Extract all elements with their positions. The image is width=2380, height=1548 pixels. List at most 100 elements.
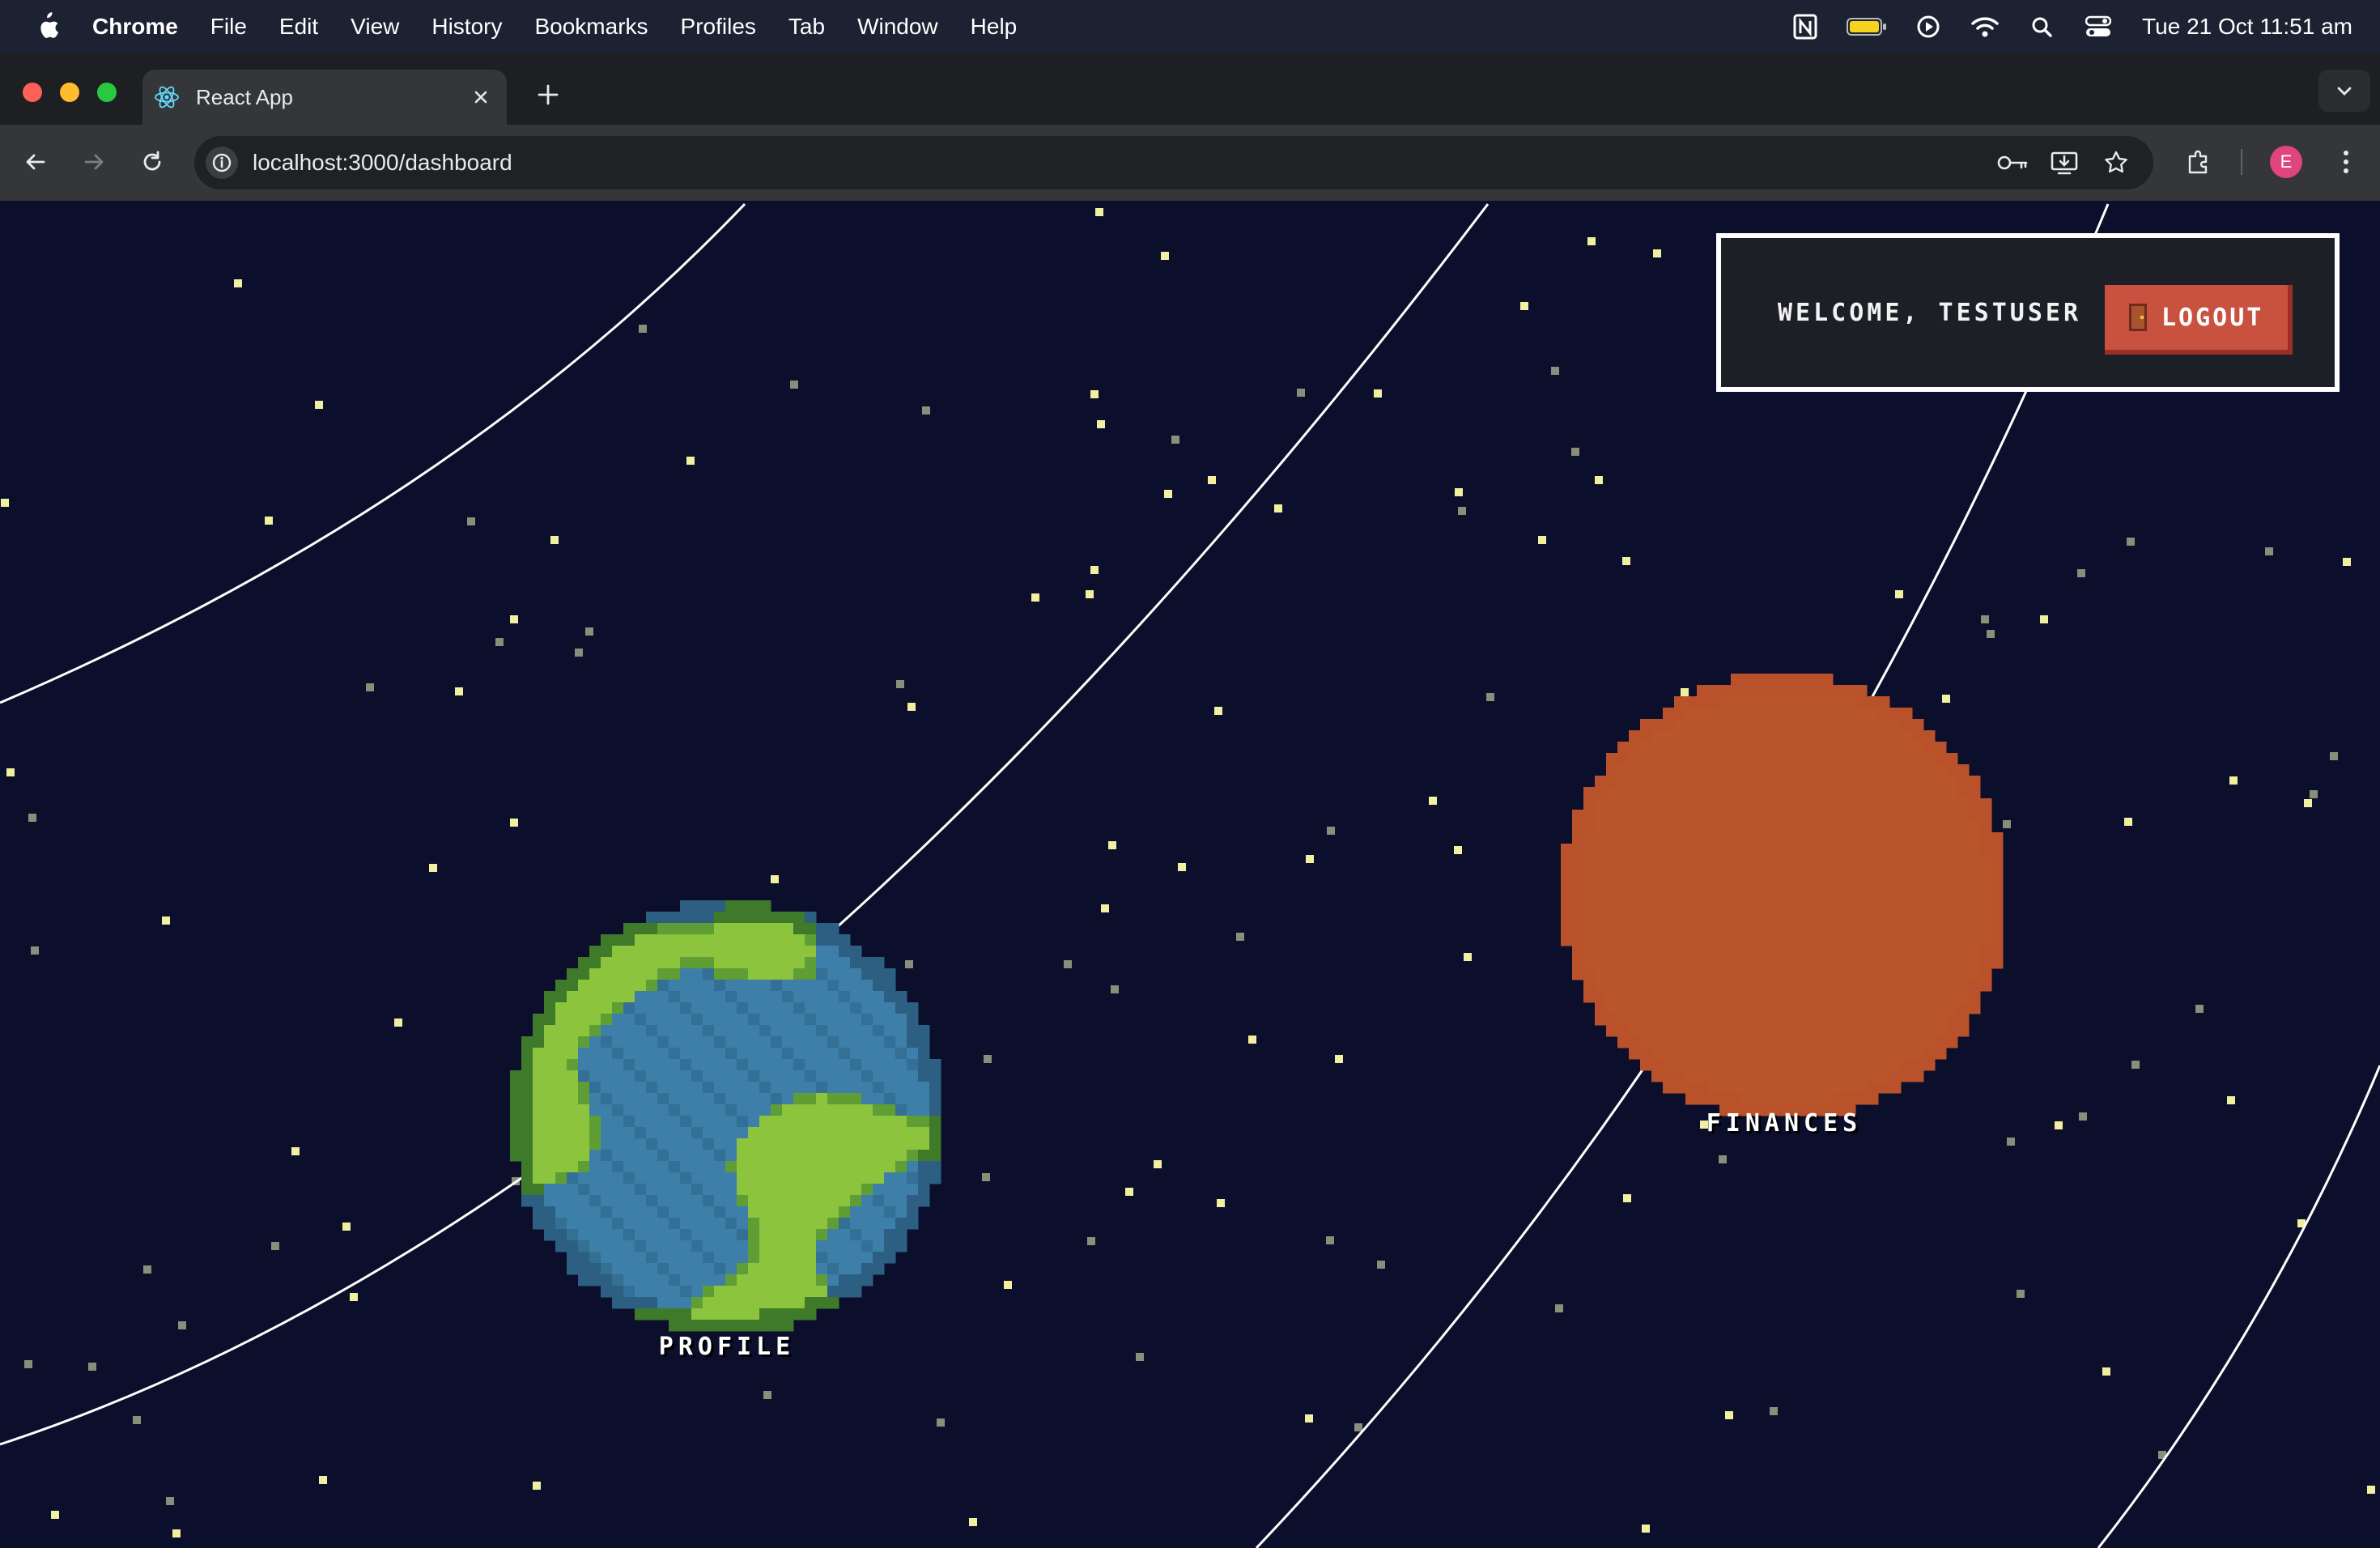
- welcome-panel: WELCOME, TESTUSER LOGOUT: [1716, 233, 2340, 392]
- menu-file[interactable]: File: [210, 14, 247, 40]
- finances-planet-label[interactable]: FINANCES: [1706, 1109, 1863, 1138]
- star: [342, 1223, 351, 1231]
- site-info-icon[interactable]: [206, 147, 238, 179]
- logout-button[interactable]: LOGOUT: [2105, 285, 2293, 355]
- space-scene: [0, 202, 2380, 1548]
- star: [2367, 1486, 2375, 1494]
- control-center-icon[interactable]: [2082, 11, 2114, 43]
- extensions-puzzle-icon[interactable]: [2182, 146, 2215, 178]
- menu-tab[interactable]: Tab: [788, 14, 825, 40]
- star: [1335, 1055, 1343, 1063]
- star: [1653, 249, 1661, 257]
- star: [1108, 841, 1116, 849]
- profile-planet[interactable]: [510, 900, 941, 1332]
- star: [982, 1173, 990, 1181]
- minimize-window-button[interactable]: [60, 83, 79, 102]
- address-bar[interactable]: localhost:3000/dashboard: [194, 136, 2153, 189]
- battery-icon[interactable]: [1846, 11, 1888, 43]
- star: [234, 279, 242, 287]
- url-text[interactable]: localhost:3000/dashboard: [253, 150, 512, 176]
- star: [1538, 536, 1546, 544]
- close-window-button[interactable]: [23, 83, 42, 102]
- star: [2007, 1138, 2015, 1146]
- menu-app-name[interactable]: Chrome: [92, 14, 178, 40]
- menu-bookmarks[interactable]: Bookmarks: [534, 14, 648, 40]
- star: [2310, 790, 2318, 798]
- star: [1031, 593, 1039, 602]
- star: [1587, 237, 1596, 245]
- tab-react-app[interactable]: React App: [142, 70, 507, 125]
- install-app-icon[interactable]: [2048, 147, 2080, 179]
- star: [533, 1482, 541, 1490]
- star: [319, 1476, 327, 1484]
- play-icon[interactable]: [1912, 11, 1944, 43]
- star: [394, 1019, 402, 1027]
- orbit-path-4: [2097, 1065, 2380, 1548]
- logout-label: LOGOUT: [2161, 303, 2264, 332]
- star: [1090, 390, 1099, 398]
- star: [686, 457, 695, 465]
- star: [790, 381, 798, 389]
- star: [1719, 1155, 1727, 1163]
- star: [1458, 507, 1466, 515]
- door-icon: [2129, 304, 2147, 331]
- wifi-icon[interactable]: [1969, 11, 2001, 43]
- star: [969, 1518, 977, 1526]
- profile-planet-label[interactable]: PROFILE: [659, 1333, 795, 1361]
- star: [937, 1418, 945, 1427]
- tab-search-button[interactable]: [2318, 70, 2370, 112]
- star: [1064, 960, 1072, 968]
- page-viewport: PROFILE FINANCES WELCOME, TESTUSER LOGOU…: [0, 201, 2380, 1548]
- star: [2040, 615, 2048, 623]
- apple-menu-icon[interactable]: [32, 11, 60, 43]
- fullscreen-window-button[interactable]: [97, 83, 117, 102]
- star: [2229, 776, 2238, 785]
- password-key-icon[interactable]: [1996, 147, 2029, 179]
- menu-edit[interactable]: Edit: [279, 14, 318, 40]
- notion-icon[interactable]: [1789, 11, 1821, 43]
- star: [2017, 1290, 2025, 1298]
- star: [265, 517, 273, 525]
- star: [2055, 1121, 2063, 1129]
- finances-planet[interactable]: [1561, 674, 2004, 1116]
- menu-help[interactable]: Help: [971, 14, 1018, 40]
- star: [143, 1265, 151, 1274]
- browser-toolbar: localhost:3000/dashboard E: [0, 125, 2380, 201]
- reload-icon: [143, 151, 161, 171]
- menu-profiles[interactable]: Profiles: [681, 14, 756, 40]
- star: [1454, 846, 1462, 854]
- chrome-menu-kebab-icon[interactable]: [2330, 146, 2362, 178]
- menu-bar-clock[interactable]: Tue 21 Oct 11:51 am: [2142, 14, 2352, 40]
- star: [291, 1147, 300, 1155]
- star: [922, 406, 930, 415]
- star: [1125, 1188, 1133, 1196]
- star: [1095, 208, 1103, 216]
- star: [350, 1293, 358, 1301]
- star: [763, 1391, 771, 1399]
- new-tab-plus-icon[interactable]: [534, 81, 562, 108]
- spotlight-search-icon[interactable]: [2025, 11, 2058, 43]
- star: [585, 627, 593, 636]
- bookmark-star-icon[interactable]: [2100, 147, 2132, 179]
- star: [455, 687, 463, 695]
- star: [1297, 389, 1305, 397]
- menu-history[interactable]: History: [431, 14, 502, 40]
- star: [1217, 1199, 1225, 1207]
- menu-window[interactable]: Window: [857, 14, 938, 40]
- star: [1622, 557, 1630, 565]
- star: [2330, 752, 2338, 760]
- star: [907, 703, 916, 711]
- star: [1895, 590, 1903, 598]
- menu-view[interactable]: View: [351, 14, 399, 40]
- star: [1595, 476, 1603, 484]
- star: [366, 683, 374, 691]
- star: [1101, 904, 1109, 912]
- star: [1555, 1304, 1563, 1312]
- back-button[interactable]: [19, 146, 52, 178]
- profile-avatar[interactable]: E: [2270, 146, 2302, 178]
- reload-button[interactable]: [136, 146, 168, 178]
- close-tab-icon[interactable]: [468, 84, 494, 110]
- star: [1551, 367, 1559, 375]
- forward-button[interactable]: [78, 146, 110, 178]
- menu-bar-status-area: Tue 21 Oct 11:51 am: [1765, 0, 2352, 53]
